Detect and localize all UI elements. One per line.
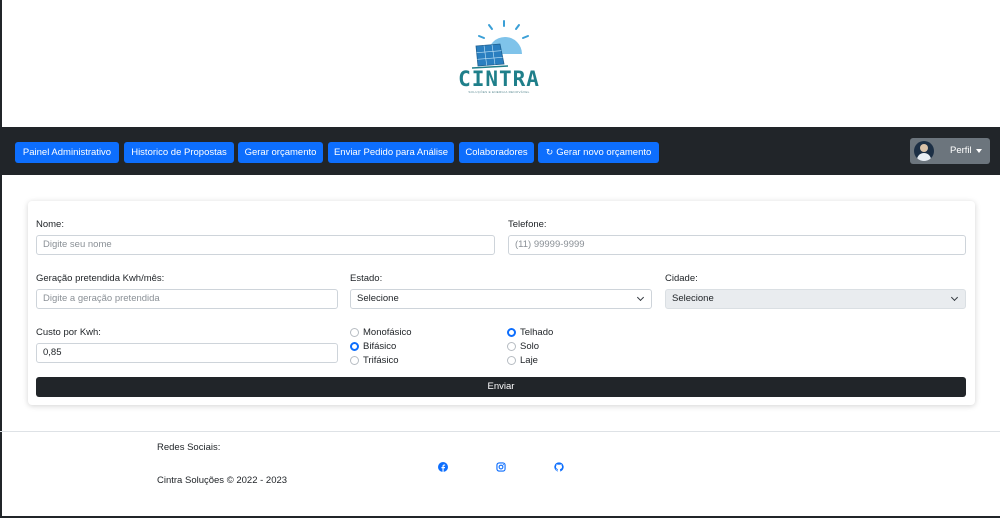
nome-input[interactable]: Digite seu nome bbox=[36, 235, 495, 255]
nav-gerar-novo-orcamento-label: Gerar novo orçamento bbox=[556, 147, 652, 158]
nav-colaboradores-button[interactable]: Colaboradores bbox=[459, 142, 534, 163]
custo-label: Custo por Kwh: bbox=[36, 327, 101, 338]
nav-painel-administrativo-button[interactable]: Painel Administrativo bbox=[15, 142, 119, 163]
github-icon[interactable] bbox=[554, 462, 564, 472]
radio-button[interactable] bbox=[350, 328, 359, 337]
nav-enviar-pedido-button[interactable]: Enviar Pedido para Análise bbox=[328, 142, 454, 163]
brand-tagline: SOLUÇÕES E ENERGIA RENOVÁVEL bbox=[468, 90, 530, 94]
chevron-down-icon bbox=[950, 293, 959, 302]
instagram-icon[interactable] bbox=[496, 462, 506, 472]
window-left-border bbox=[0, 0, 2, 518]
nav-historico-propostas-button[interactable]: Historico de Propostas bbox=[124, 142, 234, 163]
profile-dropdown-button[interactable]: Perfil bbox=[910, 138, 990, 164]
nav-gerar-orcamento-button[interactable]: Gerar orçamento bbox=[238, 142, 323, 163]
solar-panel-icon bbox=[471, 20, 529, 69]
geracao-input[interactable]: Digite a geração pretendida bbox=[36, 289, 338, 309]
radio-telhado-label: Telhado bbox=[520, 327, 554, 338]
enviar-button[interactable]: Enviar bbox=[36, 377, 966, 397]
radio-button[interactable] bbox=[507, 356, 516, 365]
telefone-label: Telefone: bbox=[508, 219, 547, 230]
cidade-select[interactable]: Selecione bbox=[665, 289, 966, 309]
footer-divider bbox=[0, 431, 1000, 432]
estado-label: Estado: bbox=[350, 273, 383, 284]
facebook-icon[interactable] bbox=[438, 462, 448, 472]
radio-trifasico-label: Trifásico bbox=[363, 355, 399, 366]
avatar bbox=[914, 141, 934, 161]
geracao-label: Geração pretendida Kwh/mês: bbox=[36, 273, 165, 284]
radio-laje-label: Laje bbox=[520, 355, 538, 366]
radio-button-checked[interactable] bbox=[350, 342, 359, 351]
radio-solo-label: Solo bbox=[520, 341, 540, 352]
estado-select[interactable]: Selecione bbox=[350, 289, 652, 309]
radio-button-checked[interactable] bbox=[507, 328, 516, 337]
chevron-down-icon bbox=[636, 293, 645, 302]
custo-input[interactable]: 0,85 bbox=[36, 343, 338, 363]
caret-down-icon bbox=[976, 149, 982, 153]
cidade-label: Cidade: bbox=[665, 273, 698, 284]
nav-gerar-novo-orcamento-button[interactable]: ↻ Gerar novo orçamento bbox=[538, 142, 659, 163]
telefone-input[interactable]: (11) 99999-9999 bbox=[508, 235, 966, 255]
nome-label: Nome: bbox=[36, 219, 64, 230]
radio-bifasico-label: Bifásico bbox=[363, 341, 397, 352]
brand-name: CINTRA bbox=[458, 67, 540, 91]
refresh-icon: ↻ bbox=[545, 147, 554, 157]
estado-selected-value: Selecione bbox=[357, 293, 399, 304]
copyright-text: Cintra Soluções © 2022 - 2023 bbox=[157, 475, 288, 486]
brand-logo[interactable]: CINTRA SOLUÇÕES E ENERGIA RENOVÁVEL bbox=[448, 20, 548, 98]
cidade-selected-value: Selecione bbox=[672, 293, 714, 304]
radio-monofasico-label: Monofásico bbox=[363, 327, 412, 338]
radio-button[interactable] bbox=[507, 342, 516, 351]
profile-label: Perfil bbox=[950, 145, 972, 156]
radio-button[interactable] bbox=[350, 356, 359, 365]
social-title: Redes Sociais: bbox=[157, 442, 221, 453]
